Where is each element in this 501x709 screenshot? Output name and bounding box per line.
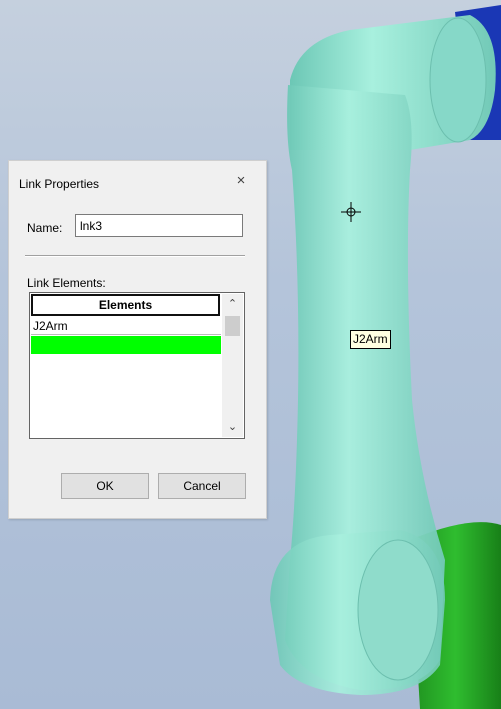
dialog-title: Link Properties bbox=[19, 177, 100, 191]
scroll-thumb[interactable] bbox=[225, 316, 240, 336]
table-row[interactable]: J2Arm bbox=[31, 318, 221, 335]
close-icon[interactable]: × bbox=[231, 171, 251, 191]
elements-column-header[interactable]: Elements bbox=[31, 294, 220, 316]
vertical-scrollbar[interactable]: ⌃ ⌄ bbox=[222, 294, 243, 437]
scroll-up-arrow-icon[interactable]: ⌃ bbox=[222, 294, 243, 314]
ok-button[interactable]: OK bbox=[61, 473, 149, 499]
scroll-down-arrow-icon[interactable]: ⌄ bbox=[222, 417, 243, 437]
crosshair-cursor-icon bbox=[341, 202, 361, 222]
cancel-button[interactable]: Cancel bbox=[158, 473, 246, 499]
divider bbox=[25, 255, 245, 257]
link-elements-label: Link Elements: bbox=[27, 276, 106, 290]
element-tooltip: J2Arm bbox=[350, 330, 391, 349]
name-input[interactable] bbox=[75, 214, 243, 237]
link-properties-dialog: Link Properties × Name: Link Elements: E… bbox=[8, 160, 267, 519]
elements-table[interactable]: Elements J2Arm ⌃ ⌄ bbox=[29, 292, 245, 439]
table-row-selected[interactable] bbox=[31, 336, 221, 354]
name-label: Name: bbox=[27, 221, 63, 235]
